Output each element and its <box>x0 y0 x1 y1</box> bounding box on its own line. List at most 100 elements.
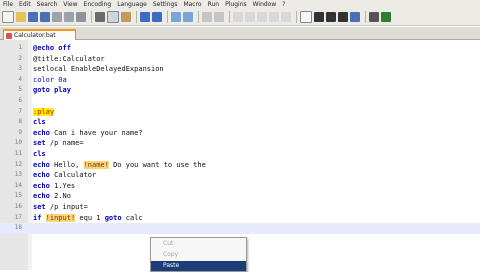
code-line[interactable]: 10 set /p name= <box>0 138 480 149</box>
zoom-in-icon[interactable] <box>202 12 212 22</box>
close-all-icon[interactable] <box>64 12 74 22</box>
code-line[interactable]: 14 echo 1.Yes <box>0 181 480 192</box>
tab-calculator-bat[interactable]: Calculator.bat <box>3 29 76 40</box>
code-line[interactable]: 1 @echo off <box>0 43 480 54</box>
line-number: 13 <box>14 171 22 179</box>
undo-icon[interactable] <box>140 12 150 22</box>
cut-icon[interactable] <box>95 12 105 22</box>
code-text: echo Calculator <box>33 170 96 181</box>
text-token: Calculator <box>49 171 97 180</box>
code-line[interactable]: 12 echo Hello, !name! Do you want to use … <box>0 160 480 171</box>
menu-item-help[interactable]: ? <box>279 0 288 9</box>
menu-item-view[interactable]: View <box>60 0 80 9</box>
menu-item-plugins[interactable]: Plugins <box>222 0 250 9</box>
show-all-chars-icon[interactable] <box>269 12 279 22</box>
menu-item-search[interactable]: Search <box>34 0 61 9</box>
sync-v-icon[interactable] <box>233 12 243 22</box>
menu-item-macro[interactable]: Macro <box>180 0 204 9</box>
menu-item-language[interactable]: Language <box>114 0 150 9</box>
replace-icon[interactable] <box>183 12 193 22</box>
play-macro-icon[interactable] <box>326 12 336 22</box>
find-icon[interactable] <box>171 12 181 22</box>
toolbar-separator <box>198 11 199 23</box>
code-text: setlocal EnableDelayedExpansion <box>33 64 164 75</box>
code-text: cls <box>33 117 46 128</box>
text-token: @title:Calculator <box>33 54 105 63</box>
new-file-icon[interactable] <box>2 11 14 23</box>
print-icon[interactable] <box>76 12 86 22</box>
extra-icon[interactable] <box>381 12 391 22</box>
code-line[interactable]: 3 setlocal EnableDelayedExpansion <box>0 64 480 75</box>
save-icon[interactable] <box>28 12 38 22</box>
keyword-token: echo <box>33 192 50 201</box>
save-macro-icon[interactable] <box>350 12 360 22</box>
menu-item-run[interactable]: Run <box>205 0 223 9</box>
keyword-token: cls <box>33 150 46 158</box>
sync-h-icon[interactable] <box>245 12 255 22</box>
text-token: 1.Yes <box>49 181 76 190</box>
code-text: echo 2.No <box>33 191 71 202</box>
code-line[interactable]: 4 color 0a <box>0 75 480 86</box>
line-number: 18 <box>14 224 22 232</box>
tab-bar: Calculator.bat <box>0 27 480 40</box>
context-menu: Cut Copy Paste <box>150 237 247 272</box>
text-token: Can i have your name? <box>49 128 143 137</box>
copy-icon[interactable] <box>107 11 119 23</box>
line-number: 17 <box>14 213 22 221</box>
indent-guide-icon[interactable] <box>281 12 291 22</box>
code-line[interactable]: 15 echo 2.No <box>0 191 480 202</box>
line-number: 15 <box>14 192 22 200</box>
menu-item-edit[interactable]: Edit <box>16 0 34 9</box>
variable-token: !name! <box>83 160 109 169</box>
code-line[interactable]: 7:play <box>0 107 480 118</box>
toolbar-separator <box>229 11 230 23</box>
code-line[interactable]: 8 cls <box>0 117 480 128</box>
text-token: 2.No <box>49 192 71 201</box>
code-line[interactable]: 16 set /p input= <box>0 202 480 213</box>
code-text: echo Can i have your name? <box>33 128 143 139</box>
record-macro-icon[interactable] <box>300 11 312 23</box>
save-all-icon[interactable] <box>40 12 50 22</box>
line-number: 10 <box>14 139 22 147</box>
code-line[interactable]: 18 <box>0 223 480 234</box>
text-token: calc <box>121 213 143 222</box>
run-macro-multiple-icon[interactable] <box>338 12 348 22</box>
code-line[interactable]: 11 cls <box>0 149 480 160</box>
monitor-icon[interactable] <box>369 12 379 22</box>
close-icon[interactable] <box>52 12 62 22</box>
text-token: Hello, <box>49 160 84 169</box>
code-line[interactable]: 5 goto play <box>0 85 480 96</box>
label-token: :play <box>33 107 55 116</box>
code-editor[interactable]: 1 @echo off 2 @title:Calculator 3 setlocal En… <box>0 40 480 270</box>
zoom-out-icon[interactable] <box>214 12 224 22</box>
paste-icon[interactable] <box>121 12 131 22</box>
keyword-token: @echo off <box>33 44 71 52</box>
toolbar-separator <box>365 11 366 23</box>
code-line[interactable]: 6 <box>0 96 480 107</box>
line-number: 4 <box>18 75 22 83</box>
context-menu-cut[interactable]: Cut <box>151 239 246 249</box>
menu-item-window[interactable]: Window <box>250 0 280 9</box>
code-text: set /p name= <box>33 138 84 149</box>
stop-macro-icon[interactable] <box>314 12 324 22</box>
open-file-icon[interactable] <box>16 12 26 22</box>
code-text: echo 1.Yes <box>33 181 75 192</box>
context-menu-copy[interactable]: Copy <box>151 250 246 260</box>
menu-item-encoding[interactable]: Encoding <box>81 0 115 9</box>
toolbar-separator <box>136 11 137 23</box>
line-number: 2 <box>18 54 22 62</box>
redo-icon[interactable] <box>152 12 162 22</box>
command-token: color 0a <box>33 75 67 84</box>
code-text: color 0a <box>33 75 67 86</box>
code-line[interactable]: 2 @title:Calculator <box>0 54 480 65</box>
keyword-token: set <box>33 139 46 148</box>
code-line[interactable]: 13 echo Calculator <box>0 170 480 181</box>
menu-item-file[interactable]: File <box>0 0 16 9</box>
line-number: 16 <box>14 203 22 210</box>
file-modified-icon <box>6 32 12 39</box>
word-wrap-icon[interactable] <box>257 12 267 22</box>
keyword-token: set <box>33 203 46 211</box>
code-line[interactable]: 9 echo Can i have your name? <box>0 128 480 139</box>
code-line[interactable]: 17 if !input! equ 1 goto calc <box>0 213 480 224</box>
menu-item-settings[interactable]: Settings <box>150 0 181 9</box>
